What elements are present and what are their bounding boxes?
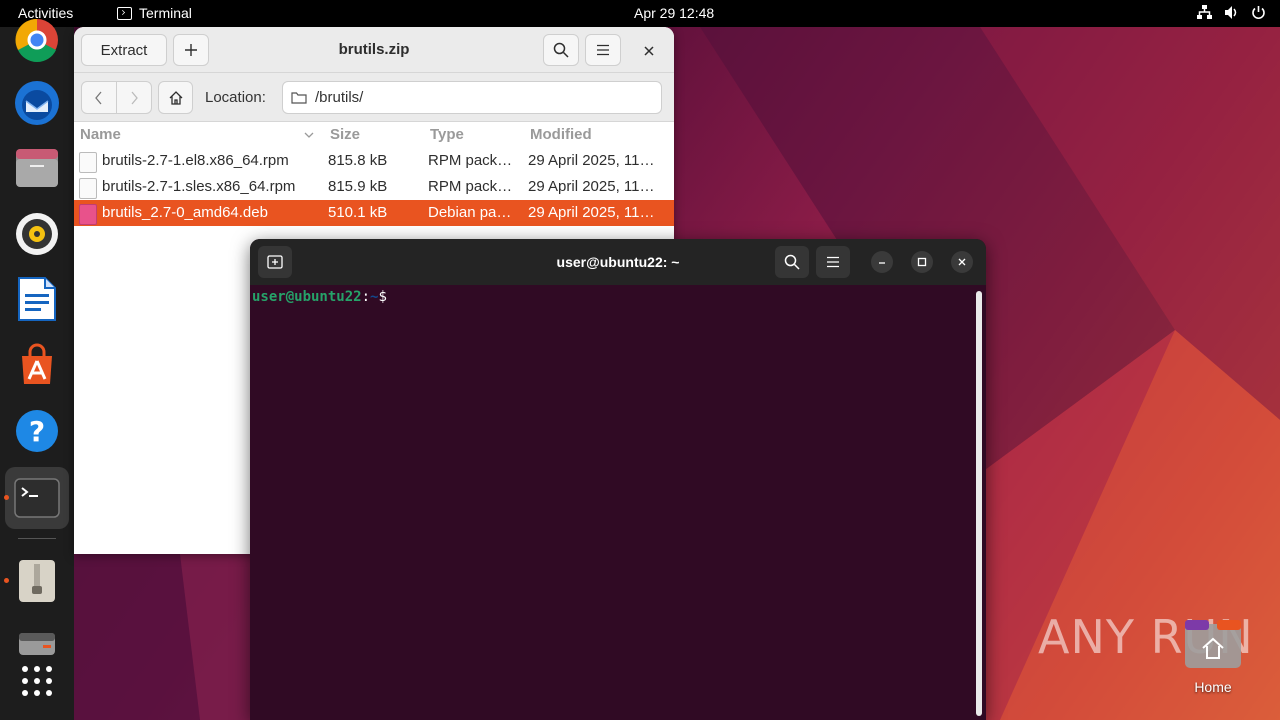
file-type: Debian pa… xyxy=(428,204,512,221)
column-modified[interactable]: Modified xyxy=(530,126,592,143)
terminal-window: user@ubuntu22: ~ user@ubuntu22:~$ xyxy=(250,239,986,720)
file-type: RPM pack… xyxy=(428,152,513,169)
top-bar: Activities Terminal Apr 29 12:48 xyxy=(0,0,1280,27)
maximize-button[interactable] xyxy=(911,251,933,273)
prompt-user: user@ubuntu22 xyxy=(252,289,362,305)
search-icon xyxy=(553,42,569,58)
column-type[interactable]: Type xyxy=(430,126,464,143)
minimize-icon xyxy=(879,262,885,264)
back-button[interactable] xyxy=(81,81,117,114)
archive-headerbar: Extract brutils.zip xyxy=(74,27,674,73)
file-icon xyxy=(79,178,97,199)
sort-down-icon xyxy=(304,132,314,138)
minimize-button[interactable] xyxy=(871,251,893,273)
forward-button[interactable] xyxy=(116,81,152,114)
file-size: 815.9 kB xyxy=(328,178,388,195)
hamburger-icon xyxy=(597,44,609,56)
close-icon xyxy=(958,258,966,266)
files-icon[interactable] xyxy=(5,137,69,199)
file-modified: 29 April 2025, 11… xyxy=(528,178,655,195)
location-label: Location: xyxy=(205,89,266,106)
app-menu[interactable]: Terminal xyxy=(117,5,192,21)
prompt-separator: : xyxy=(361,289,371,305)
running-indicator xyxy=(4,495,9,500)
maximize-icon xyxy=(917,257,927,267)
chevron-right-icon xyxy=(131,91,138,104)
writer-icon[interactable] xyxy=(5,268,69,330)
home-folder-icon[interactable] xyxy=(1183,618,1243,670)
clock[interactable]: Apr 29 12:48 xyxy=(634,5,714,21)
svg-text:?: ? xyxy=(29,415,45,448)
location-bar: Location: /brutils/ xyxy=(74,73,674,122)
file-row[interactable]: brutils-2.7-1.el8.x86_64.rpm 815.8 kB RP… xyxy=(74,148,674,174)
file-row[interactable]: brutils-2.7-1.sles.x86_64.rpm 815.9 kB R… xyxy=(74,174,674,200)
dock-separator xyxy=(18,538,56,539)
file-name: brutils-2.7-1.sles.x86_64.rpm xyxy=(102,178,296,195)
terminal-prompt[interactable]: user@ubuntu22:~$ xyxy=(252,289,387,305)
file-modified: 29 April 2025, 11… xyxy=(528,204,655,221)
home-button[interactable] xyxy=(158,81,193,114)
app-menu-label: Terminal xyxy=(139,5,192,21)
location-field[interactable]: /brutils/ xyxy=(282,81,662,114)
home-folder-label: Home xyxy=(1194,679,1232,695)
system-tray[interactable] xyxy=(1197,5,1266,20)
file-row-selected[interactable]: brutils_2.7-0_amd64.deb 510.1 kB Debian … xyxy=(74,200,674,226)
terminal-menu-button[interactable] xyxy=(816,246,850,278)
terminal-close-button[interactable] xyxy=(951,251,973,273)
rhythmbox-icon[interactable] xyxy=(5,203,69,265)
deb-package-icon xyxy=(79,204,97,225)
hamburger-icon xyxy=(827,256,839,268)
dock: ? xyxy=(0,18,74,720)
chevron-left-icon xyxy=(95,91,102,104)
column-name[interactable]: Name xyxy=(80,126,121,143)
file-modified: 29 April 2025, 11… xyxy=(528,152,655,169)
chrome-icon[interactable] xyxy=(5,9,69,71)
column-headers: Name Size Type Modified xyxy=(74,123,674,147)
file-name: brutils_2.7-0_amd64.deb xyxy=(102,204,268,221)
location-value: /brutils/ xyxy=(315,89,364,106)
volume-icon[interactable] xyxy=(1224,5,1239,20)
menu-button[interactable] xyxy=(585,34,621,66)
archive-manager-icon[interactable] xyxy=(5,550,69,612)
running-indicator xyxy=(4,578,9,583)
terminal-scrollbar[interactable] xyxy=(976,291,982,716)
terminal-search-button[interactable] xyxy=(775,246,809,278)
search-icon xyxy=(784,254,800,270)
terminal-icon[interactable] xyxy=(5,467,69,529)
show-apps-icon[interactable] xyxy=(5,650,69,712)
search-button[interactable] xyxy=(543,34,579,66)
network-icon[interactable] xyxy=(1197,5,1212,20)
power-icon[interactable] xyxy=(1251,5,1266,20)
app-center-icon[interactable] xyxy=(5,334,69,396)
file-size: 815.8 kB xyxy=(328,152,388,169)
window-title: brutils.zip xyxy=(338,41,410,58)
help-icon[interactable]: ? xyxy=(5,400,69,462)
thunderbird-icon[interactable] xyxy=(5,72,69,134)
terminal-small-icon xyxy=(117,6,132,20)
close-button[interactable] xyxy=(639,41,659,61)
file-type: RPM pack… xyxy=(428,178,513,195)
file-name: brutils-2.7-1.el8.x86_64.rpm xyxy=(102,152,289,169)
home-icon xyxy=(169,90,182,105)
prompt-dollar: $ xyxy=(378,289,387,305)
column-size[interactable]: Size xyxy=(330,126,360,143)
close-icon xyxy=(644,46,654,56)
file-icon xyxy=(79,152,97,173)
file-size: 510.1 kB xyxy=(328,204,388,221)
folder-icon xyxy=(291,92,307,104)
terminal-headerbar: user@ubuntu22: ~ xyxy=(250,239,986,285)
